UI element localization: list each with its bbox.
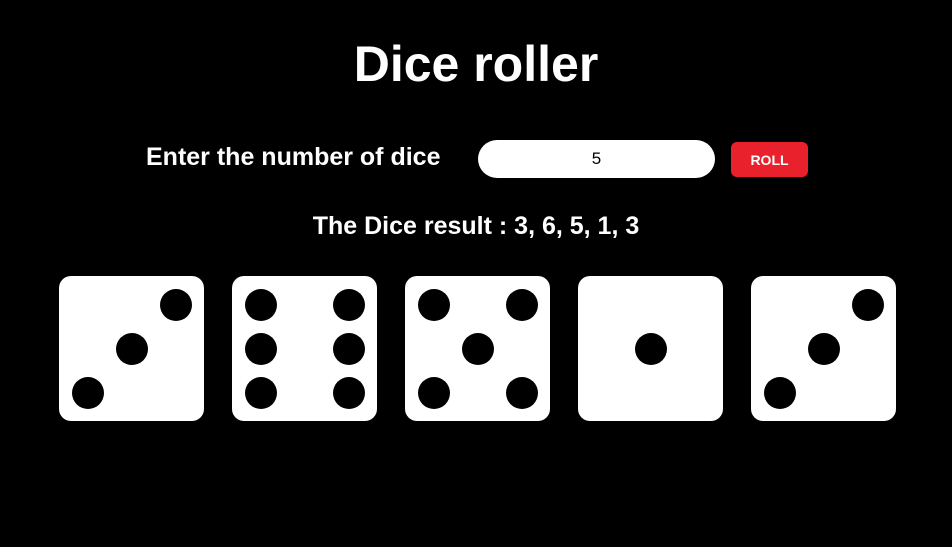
die-pip — [505, 288, 538, 321]
die-1 — [59, 276, 204, 421]
die-pip — [71, 376, 104, 409]
die-pip — [244, 332, 277, 365]
die-pip — [505, 376, 538, 409]
die-pip — [461, 332, 494, 365]
die-pip — [159, 288, 192, 321]
die-pip — [332, 332, 365, 365]
dice-result-text: The Dice result : 3, 6, 5, 1, 3 — [312, 212, 640, 240]
dice-count-label: Enter the number of dice — [146, 143, 441, 171]
die-pip — [851, 288, 884, 321]
die-pip — [332, 376, 365, 409]
die-pip — [115, 332, 148, 365]
page-title: Dice roller — [353, 36, 599, 92]
die-3 — [405, 276, 550, 421]
die-pip — [417, 376, 450, 409]
die-pip — [417, 288, 450, 321]
die-2 — [232, 276, 377, 421]
die-pip — [244, 288, 277, 321]
dice-count-controls: Enter the number of dice ROLL — [0, 138, 952, 180]
die-5 — [751, 276, 896, 421]
die-pip — [634, 332, 667, 365]
die-pip — [807, 332, 840, 365]
die-4 — [578, 276, 723, 421]
die-pip — [763, 376, 796, 409]
die-pip — [332, 288, 365, 321]
dice-row — [59, 276, 899, 421]
dice-count-input[interactable] — [478, 140, 715, 178]
roll-button[interactable]: ROLL — [731, 142, 808, 177]
die-pip — [244, 376, 277, 409]
